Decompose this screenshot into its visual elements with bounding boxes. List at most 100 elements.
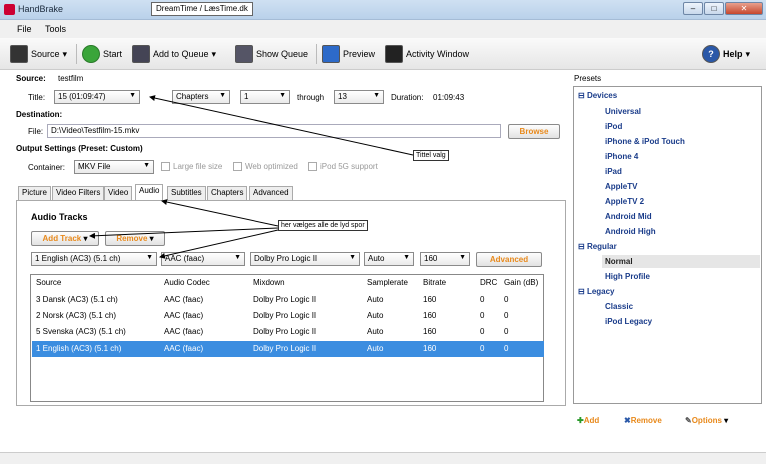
- maximize-button[interactable]: □: [704, 2, 724, 15]
- presets-tree: ⊟ Devices Universal iPod iPhone & iPod T…: [573, 86, 762, 404]
- large-file-checkbox[interactable]: Large file size: [161, 162, 222, 172]
- help-button[interactable]: ? Help ▾: [702, 44, 750, 64]
- toolbar: Source ▾ Start Add to Queue ▾ Show Queue P…: [0, 38, 766, 70]
- tab-picture[interactable]: Picture: [18, 186, 51, 200]
- table-row[interactable]: 5 Svenska (AC3) (5.1 ch) AAC (faac) Dolby …: [32, 324, 544, 340]
- preset-android-high[interactable]: Android High: [605, 227, 656, 236]
- chevron-down-icon: ▾: [149, 234, 154, 243]
- preset-group-devices[interactable]: ⊟ Devices: [578, 91, 617, 100]
- container-select[interactable]: MKV File ▼: [74, 160, 154, 174]
- ipod5g-checkbox[interactable]: iPod 5G support: [308, 162, 378, 172]
- menu-tools[interactable]: Tools: [45, 24, 66, 34]
- add-queue-icon: [132, 45, 150, 63]
- browse-button[interactable]: Browse: [508, 124, 560, 139]
- add-to-queue-button[interactable]: Add to Queue ▾: [132, 44, 216, 64]
- output-settings-label: Output Settings (Preset: Custom): [16, 144, 143, 153]
- table-row[interactable]: 3 Dansk (AC3) (5.1 ch) AAC (faac) Dolby Pr…: [32, 292, 544, 308]
- title-callout: Tittel valg: [413, 150, 449, 161]
- title-select[interactable]: 15 (01:09:47) ▼: [54, 90, 140, 104]
- audio-codec-select[interactable]: AAC (faac) ▼: [161, 252, 245, 266]
- menu-file[interactable]: File: [17, 24, 32, 34]
- source-label: Source:: [16, 74, 46, 83]
- preset-group-legacy[interactable]: ⊟ Legacy: [578, 287, 615, 296]
- preset-android-mid[interactable]: Android Mid: [605, 212, 652, 221]
- source-button[interactable]: Source ▾: [10, 44, 67, 64]
- tab-advanced[interactable]: Advanced: [249, 186, 293, 200]
- close-button[interactable]: ✕: [725, 2, 763, 15]
- col-drc[interactable]: DRC: [480, 278, 497, 287]
- remove-track-button[interactable]: Remove ▾: [105, 231, 165, 246]
- web-optimized-checkbox[interactable]: Web optimized: [233, 162, 298, 172]
- chevron-down-icon: ▾: [62, 48, 68, 59]
- preset-ipod[interactable]: iPod: [605, 122, 622, 131]
- table-row-selected[interactable]: 1 English (AC3) (5.1 ch) AAC (faac) Dolby …: [32, 341, 544, 357]
- options-button[interactable]: ✎Options ▾: [685, 416, 728, 425]
- chapter-from-select[interactable]: 1 ▼: [240, 90, 290, 104]
- preset-ipad[interactable]: iPad: [605, 167, 622, 176]
- app-title: HandBrake: [18, 4, 64, 14]
- terminal-icon: [385, 45, 403, 63]
- col-source[interactable]: Source: [36, 278, 61, 287]
- play-icon: [82, 45, 100, 63]
- samplerate-select[interactable]: Auto ▼: [364, 252, 414, 266]
- chevron-down-icon: ▾: [724, 416, 729, 425]
- clapper-icon: [10, 45, 28, 63]
- advanced-button[interactable]: Advanced: [476, 252, 542, 267]
- queue-icon: [235, 45, 253, 63]
- preset-iphone4[interactable]: iPhone 4: [605, 152, 638, 161]
- file-label: File:: [28, 127, 44, 136]
- start-button[interactable]: Start: [82, 44, 122, 64]
- mixdown-select[interactable]: Dolby Pro Logic II ▼: [250, 252, 360, 266]
- chapter-to-select[interactable]: 13 ▼: [334, 90, 384, 104]
- chapters-mode-select[interactable]: Chapters ▼: [172, 90, 230, 104]
- overlay-caption: DreamTime / LæsTime.dk: [151, 2, 253, 16]
- tab-video-filters[interactable]: Video Filters: [52, 186, 105, 200]
- file-path-field[interactable]: D:\Video\Testfilm-15.mkv: [47, 124, 501, 138]
- status-bar: [0, 452, 766, 464]
- audio-source-select[interactable]: 1 English (AC3) (5.1 ch) ▼: [31, 252, 157, 266]
- activity-window-button[interactable]: Activity Window: [385, 44, 469, 64]
- preset-appletv[interactable]: AppleTV: [605, 182, 637, 191]
- table-row[interactable]: 2 Norsk (AC3) (5.1 ch) AAC (faac) Dolby Pr…: [32, 308, 544, 324]
- col-gain[interactable]: Gain (dB): [504, 278, 538, 287]
- chevron-down-icon: ▾: [83, 234, 88, 243]
- preview-button[interactable]: Preview: [322, 44, 375, 64]
- preset-universal[interactable]: Universal: [605, 107, 641, 116]
- tab-chapters[interactable]: Chapters: [207, 186, 248, 200]
- handbrake-icon: [4, 4, 15, 15]
- preview-icon: [322, 45, 340, 63]
- tab-subtitles[interactable]: Subtitles: [167, 186, 206, 200]
- col-mixdown[interactable]: Mixdown: [253, 278, 285, 287]
- preset-ipod-legacy[interactable]: iPod Legacy: [605, 317, 652, 326]
- destination-label: Destination:: [16, 110, 63, 119]
- options-icon: ✎: [685, 416, 692, 425]
- help-icon: ?: [702, 45, 720, 63]
- preset-group-regular[interactable]: ⊟ Regular: [578, 242, 617, 251]
- remove-preset-button[interactable]: ✖Remove: [624, 416, 662, 425]
- audio-tracks-heading: Audio Tracks: [31, 212, 88, 222]
- add-track-button[interactable]: Add Track ▾: [31, 231, 99, 246]
- col-bitrate[interactable]: Bitrate: [423, 278, 446, 287]
- tab-video[interactable]: Video: [104, 186, 133, 200]
- col-audio-codec[interactable]: Audio Codec: [164, 278, 210, 287]
- chevron-down-icon: ▾: [211, 48, 217, 59]
- tab-audio[interactable]: Audio: [135, 184, 164, 200]
- add-preset-button[interactable]: ✚Add: [577, 416, 599, 425]
- preset-classic[interactable]: Classic: [605, 302, 633, 311]
- bitrate-select[interactable]: 160 ▼: [420, 252, 470, 266]
- col-samplerate[interactable]: Samplerate: [367, 278, 408, 287]
- container-label: Container:: [28, 163, 65, 172]
- chevron-down-icon: ▾: [745, 48, 751, 59]
- preset-iphone-ipod-touch[interactable]: iPhone & iPod Touch: [605, 137, 685, 146]
- show-queue-button[interactable]: Show Queue: [235, 44, 308, 64]
- preset-high-profile[interactable]: High Profile: [605, 272, 650, 281]
- preset-appletv2[interactable]: AppleTV 2: [605, 197, 644, 206]
- plus-icon: ✚: [577, 416, 584, 425]
- x-icon: ✖: [624, 416, 631, 425]
- menu-bar: File Tools: [0, 20, 766, 38]
- tracks-callout: her vælges alle de lyd spor: [278, 220, 368, 231]
- preset-normal[interactable]: Normal: [602, 255, 760, 268]
- title-bar: HandBrake DreamTime / LæsTime.dk – □ ✕: [0, 0, 766, 20]
- minimize-button[interactable]: –: [683, 2, 703, 15]
- source-value: testfilm: [58, 74, 84, 83]
